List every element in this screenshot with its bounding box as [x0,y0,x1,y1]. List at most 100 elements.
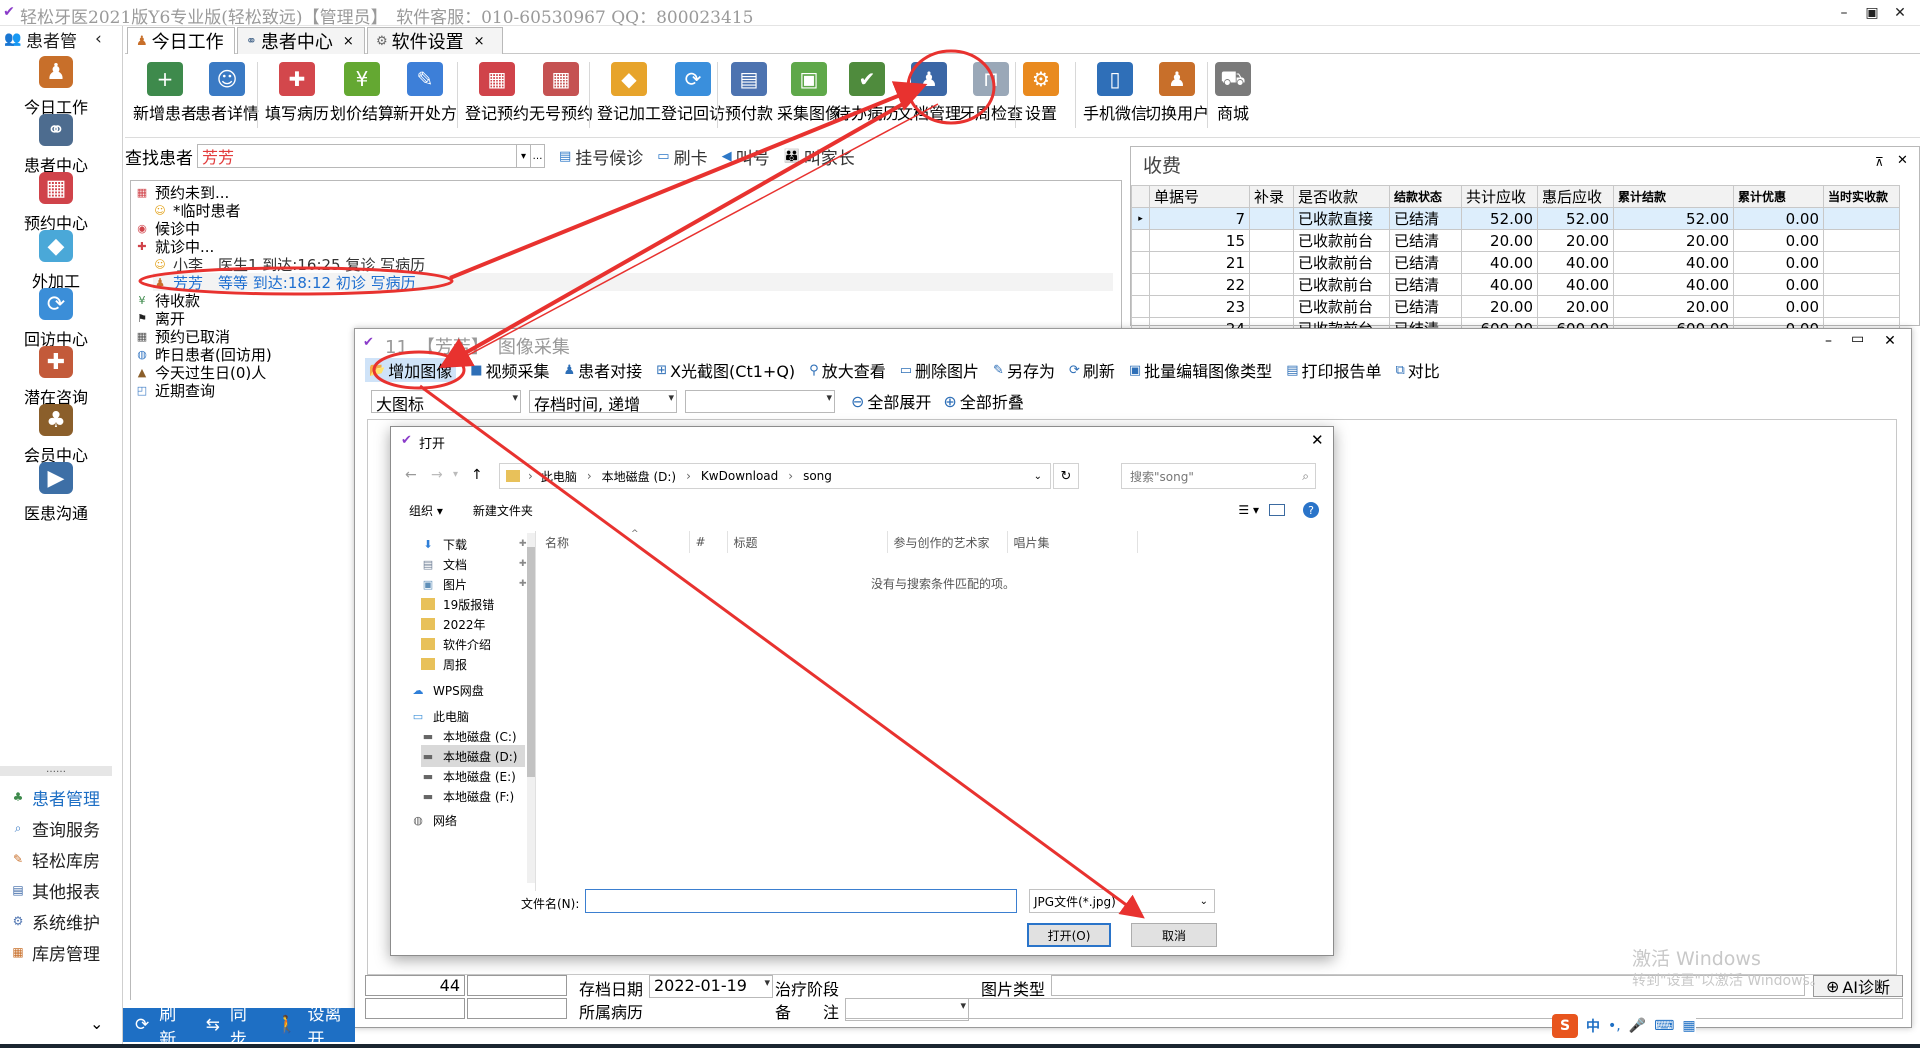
toolbar-button-6[interactable]: ▦ 无号预约 [529,62,593,124]
image-tool-4[interactable]: ⚲ 放大查看 [809,358,886,382]
nav-scrollbar-thumb[interactable] [527,547,535,777]
nav-item[interactable]: 软件介绍 [421,633,491,655]
nav-item[interactable]: ▬ 本地磁盘 (E:) [421,765,516,787]
nav-item[interactable]: ▬ 本地磁盘 (D:) [421,745,525,767]
help-icon[interactable]: ? [1303,502,1319,518]
set-leave-button[interactable]: 🚶 设离开 [270,1000,349,1048]
toolbar-button-14[interactable]: ⚙ 设置 [1023,62,1059,124]
toolbar-button-2[interactable]: ✚ 填写病历 [265,62,329,124]
forward-arrow-icon[interactable]: → [431,467,443,483]
new-folder-button[interactable]: 新建文件夹 [473,502,533,519]
pin-icon[interactable]: ⊼ [1875,155,1884,169]
tab-software-settings[interactable]: ⚙ 软件设置 × [367,27,503,54]
table-row[interactable]: ▸ 7 已收款直接 已结清 52.00 52.00 52.00 0.00 [1131,207,1900,230]
fee-column-header[interactable]: 补录 [1249,185,1294,208]
close-button[interactable]: ✕ [1886,2,1914,24]
recent-dropdown-icon[interactable]: ▾ [453,469,458,480]
call-number-button[interactable]: ◀ 叫号 [722,144,770,169]
search-dropdown-icon[interactable]: ▾ [517,144,531,168]
iw-close-button[interactable]: ✕ [1871,331,1909,351]
ime-voice-icon[interactable]: 🎤 [1629,1018,1646,1034]
toolbar-button-5[interactable]: ▦ 登记预约 [465,62,529,124]
tree-node[interactable]: ▲ 今天过生日(0)人 [135,363,266,382]
nav-item[interactable]: ▣ 图片 ✚ [421,573,527,595]
tree-node[interactable]: ⚑ 离开 [135,309,185,328]
sync-button[interactable]: ⇆ 同步 [200,1000,259,1048]
sidebar-item-7[interactable]: ▶ 医患沟通 [0,462,112,532]
fee-column-header[interactable]: 是否收款 [1293,185,1390,208]
toolbar-button-8[interactable]: ⟳ 登记回访 [661,62,725,124]
fee-column-header[interactable]: 单据号 [1149,185,1250,208]
breadcrumb-song[interactable]: song [803,469,832,483]
nav-item[interactable]: ▭ 此电脑 [411,705,469,727]
search-input[interactable] [197,144,517,168]
nav-item[interactable]: ⬇ 下载 ✚ [421,533,526,555]
refresh-button[interactable]: ⟳ 刷新 [129,1000,188,1048]
toolbar-button-0[interactable]: + 新增患者 [133,62,197,124]
toolbar-button-4[interactable]: ✎ 新开处方 [393,62,457,124]
toolbar-button-13[interactable]: ⊓ 牙周检查 [959,62,1023,124]
tree-node[interactable]: ◉ 候诊中 [135,219,200,238]
image-tool-0[interactable]: 📂 增加图像 [365,358,457,382]
sidebar-link-3[interactable]: ▤ 其他报表 [10,873,120,907]
tab-close-icon[interactable]: × [474,34,485,49]
minimize-button[interactable]: – [1830,2,1858,24]
dialog-search-input[interactable]: 搜索"song" ⌕ [1121,463,1316,489]
tree-node[interactable]: ☺ 小李 医生1 到达:16:25 复诊 写病历 [153,255,425,274]
column-number[interactable]: # [689,531,728,553]
image-tool-6[interactable]: ✎ 另存为 [993,358,1055,382]
breadcrumb-drive-d[interactable]: 本地磁盘 (D:) [602,468,676,485]
iw-maximize-button[interactable]: ▭ [1851,331,1864,347]
expand-all-button[interactable]: ⊖ 全部展开 [851,389,931,413]
column-artist[interactable]: 参与创作的艺术家 [887,531,1008,553]
fee-column-header[interactable]: 结款状态 [1389,185,1462,208]
ime-punct-button[interactable]: •, [1608,1018,1621,1034]
back-arrow-icon[interactable]: ← [405,467,417,483]
breadcrumb-this-pc[interactable]: 此电脑 [541,468,577,485]
nav-item[interactable]: ▬ 本地磁盘 (F:) [421,785,514,807]
call-parent-button[interactable]: 👪 叫家长 [784,144,855,169]
sidebar-link-0[interactable]: ♣ 患者管理 [10,780,120,814]
address-bar[interactable]: › 此电脑 › 本地磁盘 (D:) › KwDownload › song ⌄ [499,463,1051,489]
toolbar-button-17[interactable]: ⛟ 商城 [1215,62,1251,124]
open-button[interactable]: 打开(O) [1027,923,1111,947]
image-tool-2[interactable]: ♟ 患者对接 [564,358,643,382]
image-tool-7[interactable]: ⟳ 刷新 [1069,358,1115,382]
view-mode-select[interactable]: 大图标 ▾ [371,389,521,414]
tab-patient-center[interactable]: ⚭ 患者中心 × [237,27,365,54]
ai-diagnosis-button[interactable]: ⊕ AI诊断 [1813,975,1903,997]
tab-close-icon[interactable]: × [343,34,354,49]
tree-node[interactable]: ☺ *临时患者 [153,201,240,220]
ime-mode-button[interactable]: 中 [1586,1016,1600,1036]
up-arrow-icon[interactable]: ↑ [471,467,483,483]
nav-item[interactable]: ▤ 文档 ✚ [421,553,527,575]
table-row[interactable]: 23 已收款前台 已结清 20.00 20.00 20.00 0.00 [1131,295,1900,318]
tree-node[interactable]: ▦ 预约未到... [135,183,230,202]
sidebar-splitter[interactable]: …… [0,765,112,776]
toolbar-button-7[interactable]: ◆ 登记加工 [597,62,661,124]
toolbar-button-10[interactable]: ▣ 采集图像 [777,62,841,124]
register-wait-button[interactable]: ▤ 挂号候诊 [559,144,643,169]
image-tool-5[interactable]: ▭ 删除图片 [900,358,979,382]
tree-node[interactable]: ◰ 近期查询 [135,381,215,400]
note-input[interactable] [845,998,1903,1019]
table-row[interactable]: 22 已收款前台 已结清 40.00 40.00 40.00 0.00 [1131,273,1900,296]
toolbar-button-9[interactable]: ▤ 预付款 [725,62,773,124]
image-filter-select[interactable]: ▾ [685,389,835,413]
nav-item[interactable]: 2022年 [421,613,486,635]
collapse-chevron-icon[interactable]: ‹ [95,29,102,49]
fee-column-header[interactable]: 累计结款 [1613,185,1734,208]
sidebar-link-5[interactable]: ▦ 库房管理 [10,935,120,969]
refresh-icon[interactable]: ↻ [1053,463,1079,489]
sidebar-link-1[interactable]: ⌕ 查询服务 [10,811,120,845]
column-name[interactable]: 名称 [539,531,690,553]
archive-date-picker[interactable]: 2022-01-19 ▾ [649,975,773,998]
swipe-card-button[interactable]: ▭ 刷卡 [657,144,707,169]
tree-node[interactable]: ¥ 待收款 [135,291,201,310]
nav-scrollbar[interactable] [527,533,535,883]
column-title[interactable]: 标题 [727,531,888,553]
fee-column-header[interactable]: 累计优惠 [1733,185,1824,208]
image-tool-8[interactable]: ▣ 批量编辑图像类型 [1129,358,1272,382]
tree-node[interactable]: ◍ 昨日患者(回访用) [135,345,272,364]
tree-node[interactable]: ♟ 芳芳 等等 到达:18:12 初诊 写病历 [153,273,1113,292]
